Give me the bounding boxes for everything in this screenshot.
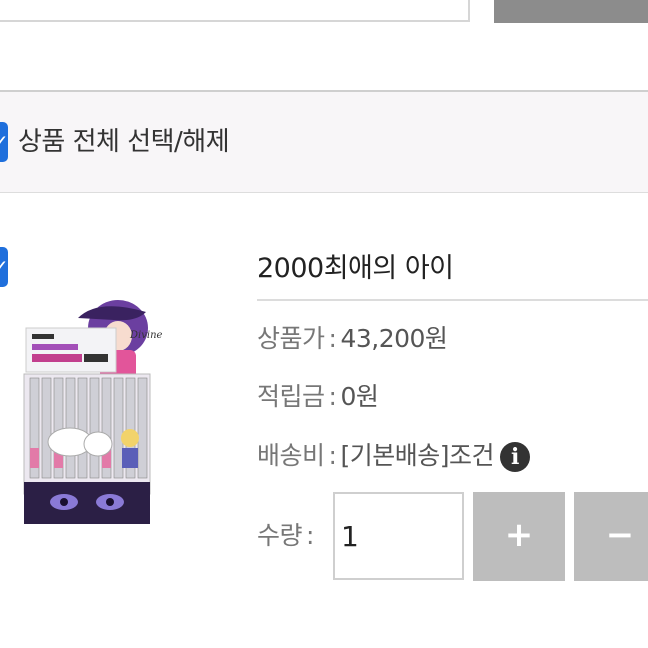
separator: : (328, 324, 337, 353)
separator: : (328, 382, 337, 411)
divider (257, 299, 648, 301)
quantity-input[interactable] (333, 492, 464, 580)
select-all-checkbox[interactable]: ✓ (0, 122, 9, 162)
check-icon: ✓ (0, 130, 9, 154)
product-name[interactable]: 2000최애의 아이 (257, 250, 454, 288)
separator: : (306, 521, 314, 550)
svg-text:Divine: Divine (129, 330, 163, 341)
shipping-value: [기본배송]조건 (340, 441, 494, 470)
shipping-row: 배송비: [기본배송]조건 i (257, 438, 530, 474)
separator: : (328, 441, 337, 470)
price-value: 43,200원 (340, 324, 448, 353)
product-checkbox[interactable]: ✓ (0, 247, 9, 287)
quantity-plus-button[interactable]: + (473, 492, 565, 581)
price-row: 상품가:43,200원 (257, 321, 448, 357)
shipping-label: 배송비 (257, 441, 325, 470)
points-value: 0원 (340, 382, 379, 411)
select-all-label[interactable]: 상품 전체 선택/해제 (18, 122, 230, 162)
quantity-label: 수량 (257, 521, 303, 550)
price-label: 상품가 (257, 324, 325, 353)
quantity-minus-button[interactable]: − (574, 492, 648, 581)
top-action-button[interactable] (494, 0, 648, 23)
points-row: 적립금:0원 (257, 379, 379, 415)
points-label: 적립금 (257, 382, 325, 411)
check-icon: ✓ (0, 255, 9, 279)
product-image[interactable]: Divine (18, 298, 168, 530)
info-icon[interactable]: i (499, 442, 530, 472)
quantity-row: 수량: (257, 518, 318, 554)
top-input-field[interactable] (0, 0, 470, 22)
